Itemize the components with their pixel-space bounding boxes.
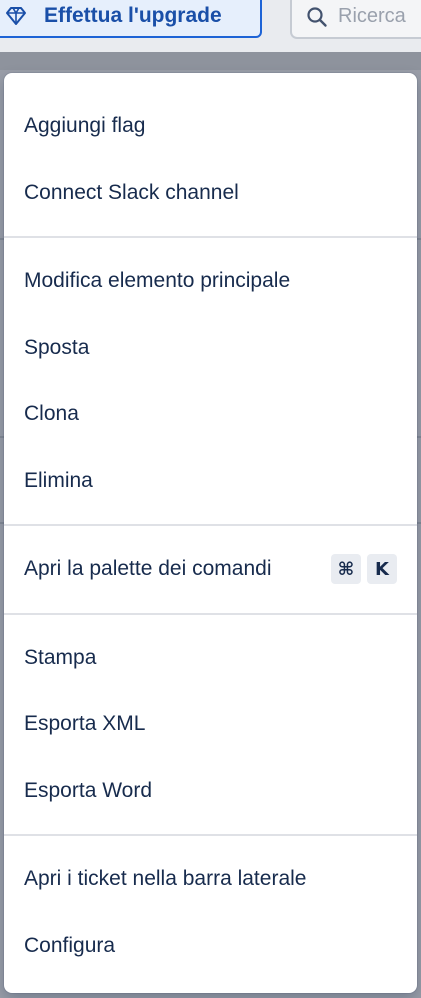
- command-key-icon: ⌘: [331, 554, 361, 585]
- menu-item-clone[interactable]: Clona: [4, 381, 417, 448]
- menu-divider: [4, 612, 417, 615]
- shortcut-key: K: [367, 554, 397, 585]
- search-placeholder: Ricerca: [338, 5, 406, 27]
- menu-section-settings: Apri i ticket nella barra laterale Confi…: [4, 846, 417, 979]
- menu-item-label: Esporta Word: [24, 778, 152, 802]
- menu-item-export-word[interactable]: Esporta Word: [4, 758, 417, 825]
- menu-divider: [4, 236, 417, 238]
- more-actions-menu: Aggiungi flag Connect Slack channel Modi…: [4, 73, 417, 993]
- menu-item-edit-parent[interactable]: Modifica elemento principale: [4, 248, 417, 315]
- menu-item-configure[interactable]: Configura: [4, 913, 417, 980]
- menu-item-label: Apri i ticket nella barra laterale: [24, 867, 307, 891]
- menu-item-label: Esporta XML: [24, 712, 146, 736]
- menu-section-export: Stampa Esporta XML Esporta Word: [4, 625, 417, 825]
- menu-item-add-flag[interactable]: Aggiungi flag: [4, 93, 417, 160]
- search-icon: [306, 6, 328, 28]
- menu-item-label: Elimina: [24, 468, 93, 492]
- menu-item-command-palette[interactable]: Apri la palette dei comandi ⌘ K: [4, 536, 417, 603]
- menu-item-open-in-sidebar[interactable]: Apri i ticket nella barra laterale: [4, 846, 417, 913]
- menu-item-label: Connect Slack channel: [24, 180, 239, 204]
- menu-section-edit: Modifica elemento principale Sposta Clon…: [4, 248, 417, 514]
- menu-item-print[interactable]: Stampa: [4, 625, 417, 692]
- menu-section-flags: Aggiungi flag Connect Slack channel: [4, 93, 417, 226]
- menu-item-label: Sposta: [24, 335, 90, 359]
- menu-item-label: Apri la palette dei comandi: [24, 557, 272, 581]
- menu-divider: [4, 834, 417, 836]
- top-navigation-bar: Effettua l'upgrade Ricerca: [0, 0, 421, 52]
- menu-item-connect-slack[interactable]: Connect Slack channel: [4, 160, 417, 227]
- diamond-icon: [4, 4, 28, 28]
- menu-item-label: Stampa: [24, 645, 97, 669]
- upgrade-button[interactable]: Effettua l'upgrade: [0, 0, 262, 38]
- menu-item-label: Modifica elemento principale: [24, 269, 291, 293]
- search-input[interactable]: Ricerca: [290, 0, 421, 39]
- menu-divider: [4, 524, 417, 526]
- menu-item-export-xml[interactable]: Esporta XML: [4, 691, 417, 758]
- page-backdrop: [0, 52, 421, 70]
- menu-section-command-palette: Apri la palette dei comandi ⌘ K: [4, 536, 417, 603]
- menu-item-delete[interactable]: Elimina: [4, 448, 417, 515]
- menu-item-label: Aggiungi flag: [24, 114, 146, 138]
- upgrade-label: Effettua l'upgrade: [44, 4, 222, 27]
- menu-item-move[interactable]: Sposta: [4, 315, 417, 382]
- menu-item-label: Configura: [24, 933, 116, 957]
- keyboard-shortcut: ⌘ K: [331, 554, 397, 585]
- menu-item-label: Clona: [24, 402, 79, 426]
